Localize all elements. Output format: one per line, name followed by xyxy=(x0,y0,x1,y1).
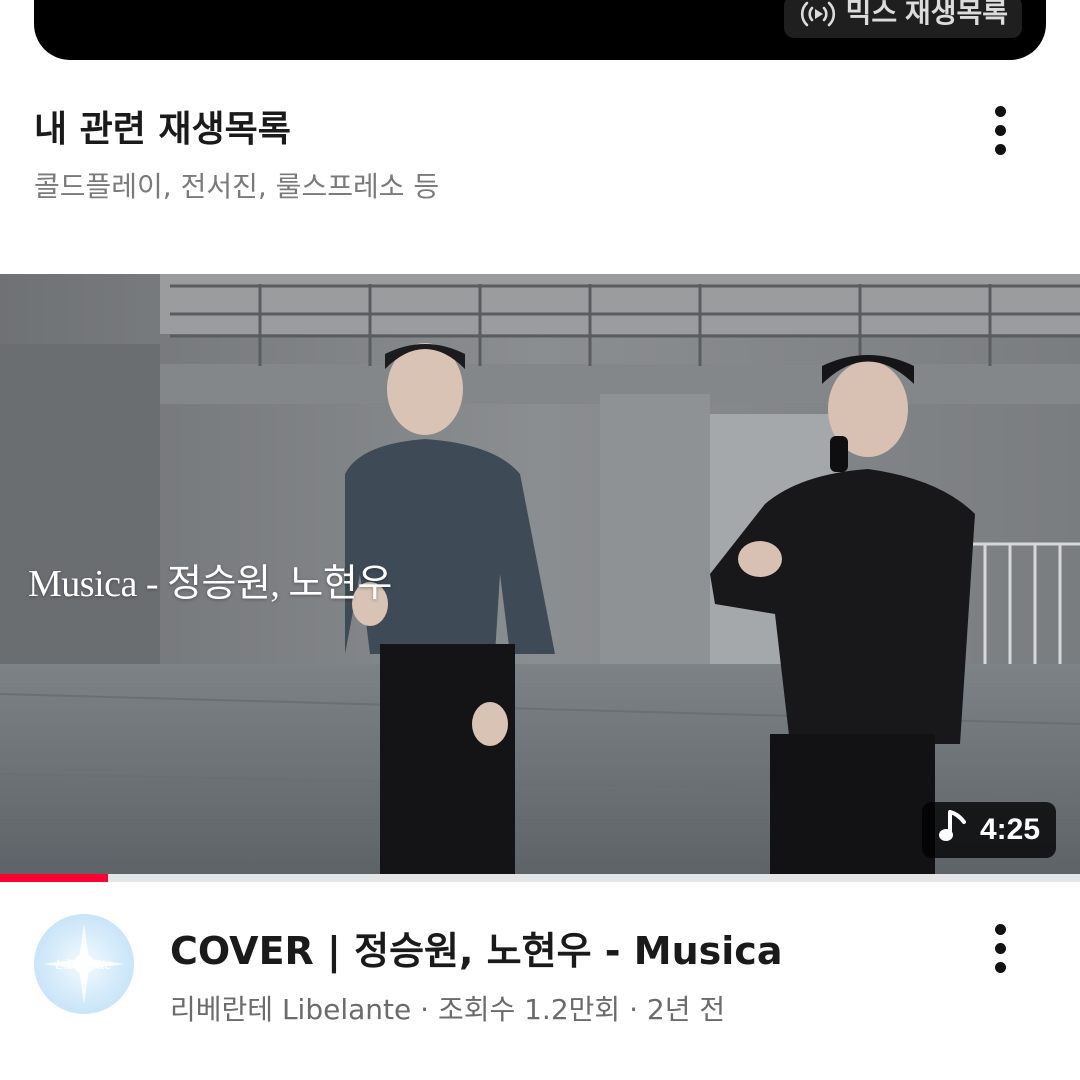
mix-playlist-label: 믹스 재생목록 xyxy=(845,0,1008,28)
more-vert-icon xyxy=(994,105,1006,117)
channel-name[interactable]: 리베란테 Libelante xyxy=(170,993,411,1026)
channel-avatar[interactable]: Libelante xyxy=(34,914,134,1014)
thumbnail-overlay-title: Musica - 정승원, 노현우 xyxy=(28,563,392,605)
watch-progress-bar xyxy=(0,874,1080,882)
mix-playlist-badge: 믹스 재생목록 xyxy=(783,0,1022,38)
related-playlist-title[interactable]: 내 관련 재생목록 xyxy=(34,100,291,152)
duration-badge: 4:25 xyxy=(921,802,1056,858)
watch-progress-fill xyxy=(0,874,108,882)
broadcast-icon xyxy=(798,0,838,36)
video-meta: 리베란테 Libelante · 조회수 1.2만회 · 2년 전 xyxy=(170,993,726,1026)
related-playlist-subtitle: 콜드플레이, 전서진, 룰스프레소 등 xyxy=(34,170,440,203)
more-vert-icon xyxy=(994,923,1006,935)
video-title[interactable]: COVER | 정승원, 노현우 - Musica xyxy=(170,920,782,975)
avatar-logo-text: Libelante xyxy=(55,956,113,972)
duration-text: 4:25 xyxy=(979,813,1040,846)
mix-playlist-card[interactable]: 믹스 재생목록 xyxy=(34,0,1046,60)
upload-age: 2년 전 xyxy=(646,993,726,1026)
view-count: 조회수 1.2만회 xyxy=(437,993,621,1026)
music-note-icon xyxy=(938,808,968,852)
video-thumbnail[interactable]: Musica - 정승원, 노현우 4:25 xyxy=(0,274,1080,880)
related-more-button[interactable] xyxy=(980,100,1020,160)
video-more-button[interactable] xyxy=(980,918,1020,978)
